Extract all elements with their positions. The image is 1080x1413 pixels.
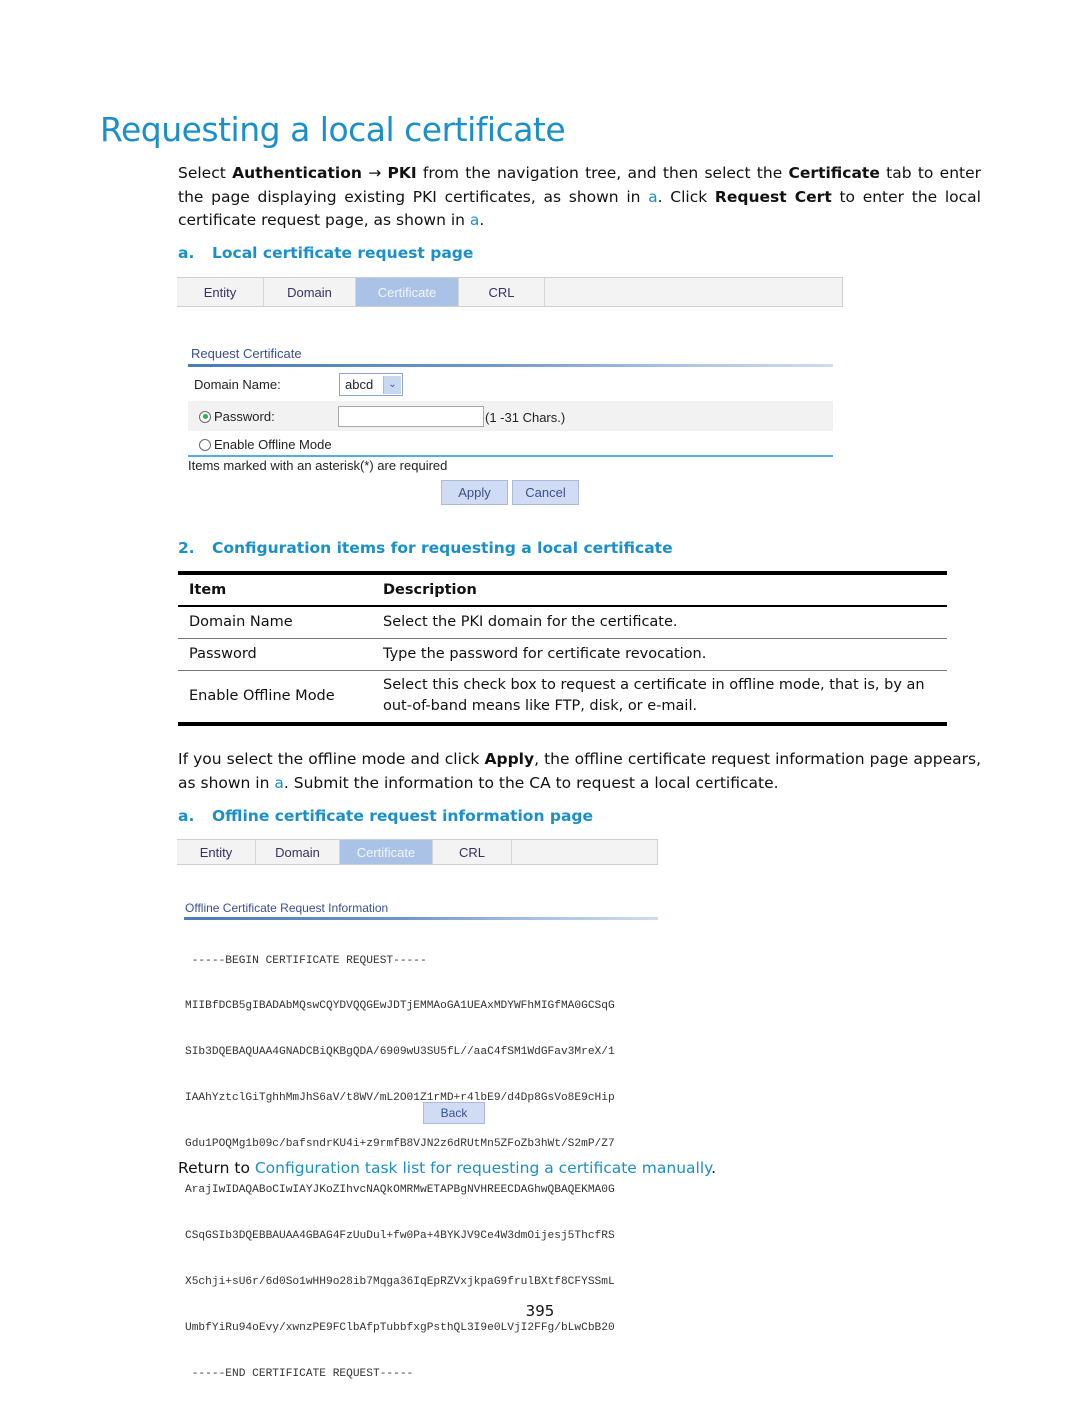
- password-option[interactable]: Password:: [199, 409, 275, 424]
- password-input[interactable]: [338, 406, 484, 427]
- tab-domain[interactable]: Domain: [264, 278, 356, 306]
- domain-name-label: Domain Name:: [194, 377, 281, 392]
- text: . Click: [657, 187, 715, 206]
- arrow-icon: →: [361, 164, 388, 182]
- item-cell: Domain Name: [178, 606, 372, 639]
- section-divider: [184, 917, 658, 920]
- radio-selected-dot: [202, 414, 208, 419]
- offline-mode-option[interactable]: Enable Offline Mode: [199, 437, 332, 452]
- caption-number: 2.: [178, 539, 195, 557]
- figure-link[interactable]: a: [648, 188, 658, 206]
- cert-line: CSqGSIb3DQEBBAUAA4GBAG4FzUuDul+fw0Pa+4BY…: [185, 1229, 615, 1242]
- figure-caption: a. Local certificate request page: [178, 244, 473, 262]
- tab-certificate[interactable]: Certificate: [340, 840, 433, 864]
- return-paragraph: Return to Configuration task list for re…: [178, 1157, 981, 1181]
- figure-link[interactable]: a: [274, 774, 284, 792]
- caption-number: a.: [178, 807, 195, 825]
- cert-line: Gdu1POQMg1b09c/bafsndrKU4i+z9rmfB8VJN2z6…: [185, 1138, 615, 1151]
- text: Select: [178, 164, 233, 182]
- text: from the navigation tree, and then selec…: [416, 164, 789, 182]
- tab-name-certificate: Certificate: [788, 164, 880, 182]
- figure-caption: a. Offline certificate request informatio…: [178, 807, 593, 825]
- table-row: Password Type the password for certifica…: [178, 638, 947, 671]
- section-title: Offline Certificate Request Information: [185, 901, 389, 915]
- caption-number: a.: [178, 244, 195, 262]
- chevron-down-icon: ⌄: [383, 375, 401, 394]
- page-number: 395: [525, 1302, 555, 1320]
- menu-pki: PKI: [387, 164, 417, 182]
- request-certificate-form: Request Certificate Domain Name: abcd ⌄ …: [177, 340, 837, 510]
- cert-line: -----END CERTIFICATE REQUEST-----: [185, 1367, 414, 1380]
- figure-link[interactable]: a: [470, 211, 480, 229]
- description-cell: Type the password for certificate revoca…: [372, 638, 947, 671]
- cert-line: X5chji+sU6r/6d0So1wHH9o28ib7Mqga36IqEpRZ…: [185, 1275, 615, 1288]
- back-button[interactable]: Back: [423, 1102, 485, 1124]
- page-heading: Requesting a local certificate: [100, 110, 566, 149]
- password-radio[interactable]: [199, 410, 211, 423]
- description-line: Select this check box to request a certi…: [383, 677, 925, 694]
- domain-name-select[interactable]: abcd ⌄: [339, 373, 403, 396]
- text: . Submit the information to the CA to re…: [283, 773, 779, 792]
- text: If you select the offline mode and click: [178, 750, 485, 768]
- text: Return to: [178, 1159, 255, 1177]
- column-header-description: Description: [372, 571, 947, 607]
- cert-line: IAAhYztclGiTghhMmJhS6aV/t8WV/mL2O01Z1rMD…: [185, 1092, 615, 1105]
- description-cell: Select this check box to request a certi…: [372, 670, 947, 726]
- cert-line: UmbfYiRu94oEvy/xwnzPE9FClbAfpTubbfxgPsth…: [185, 1321, 615, 1334]
- offline-paragraph: If you select the offline mode and click…: [178, 748, 981, 795]
- section-title: Request Certificate: [191, 346, 302, 361]
- domain-name-value: abcd: [345, 377, 374, 392]
- offline-mode-radio[interactable]: [199, 438, 211, 451]
- item-cell: Enable Offline Mode: [178, 670, 372, 726]
- description-cell: Select the PKI domain for the certificat…: [372, 606, 947, 639]
- button-name-request-cert: Request Cert: [714, 187, 832, 206]
- tab-crl[interactable]: CRL: [459, 278, 545, 306]
- tab-crl[interactable]: CRL: [433, 840, 512, 864]
- column-header-item: Item: [178, 571, 372, 607]
- tab-domain[interactable]: Domain: [256, 840, 340, 864]
- cancel-button[interactable]: Cancel: [512, 480, 579, 505]
- text: .: [711, 1159, 717, 1177]
- configuration-table: Item Description Domain Name Select the …: [178, 571, 947, 726]
- form-divider: [188, 455, 833, 457]
- cert-line: -----BEGIN CERTIFICATE REQUEST-----: [185, 954, 427, 967]
- tab-entity[interactable]: Entity: [177, 840, 256, 864]
- tab-entity[interactable]: Entity: [177, 278, 264, 306]
- cert-line: MIIBfDCB5gIBADAbMQswCQYDVQQGEwJDTjEMMAoG…: [185, 1000, 615, 1013]
- intro-paragraph: Select Authentication → PKI from the nav…: [178, 162, 981, 233]
- cert-line: SIb3DQEBAQUAA4GNADCBiQKBgQDA/6909wU3SU5f…: [185, 1046, 615, 1059]
- required-note: Items marked with an asterisk(*) are req…: [188, 458, 448, 473]
- caption-text: Local certificate request page: [212, 244, 474, 262]
- cert-line: ArajIwIDAQABoCIwIAYJKoZIhvcNAQkOMRMwETAP…: [185, 1184, 615, 1197]
- apply-button[interactable]: Apply: [441, 480, 508, 505]
- caption-text: Configuration items for requesting a loc…: [212, 539, 673, 557]
- password-hint: (1 -31 Chars.): [485, 410, 566, 425]
- section-divider: [188, 364, 833, 367]
- tab-certificate[interactable]: Certificate: [356, 278, 459, 306]
- return-link[interactable]: Configuration task list for requesting a…: [255, 1159, 711, 1177]
- menu-authentication: Authentication: [232, 164, 362, 182]
- password-label: Password:: [214, 409, 275, 424]
- table-row: Enable Offline Mode Select this check bo…: [178, 670, 947, 726]
- tab-bar: Entity Domain Certificate CRL: [177, 277, 843, 307]
- item-cell: Password: [178, 638, 372, 671]
- caption-text: Offline certificate request information …: [212, 807, 594, 825]
- table-caption: 2. Configuration items for requesting a l…: [178, 539, 673, 557]
- button-name-apply: Apply: [484, 750, 535, 768]
- offline-request-panel: Offline Certificate Request Information …: [177, 895, 659, 1380]
- tab-bar: Entity Domain Certificate CRL: [177, 839, 658, 865]
- table-header-row: Item Description: [178, 571, 947, 607]
- offline-mode-label: Enable Offline Mode: [214, 437, 332, 452]
- text: .: [479, 211, 485, 229]
- table-row: Domain Name Select the PKI domain for th…: [178, 606, 947, 639]
- description-line: out-of-band means like FTP, disk, or e-m…: [383, 698, 698, 715]
